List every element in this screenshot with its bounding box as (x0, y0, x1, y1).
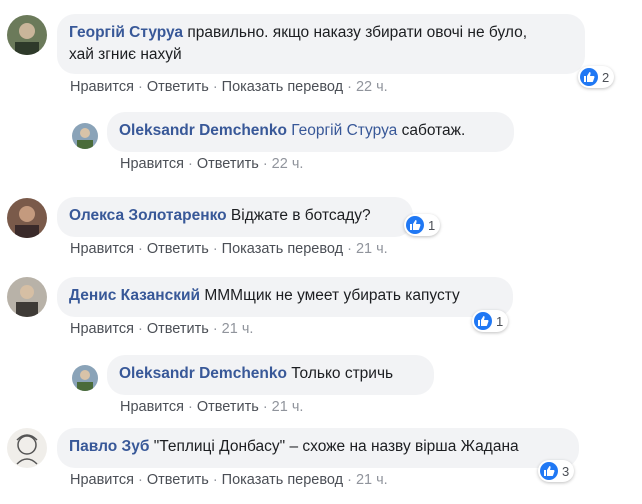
comment-bubble: Георгій Стуруа правильно. якщо наказу зб… (57, 14, 585, 74)
user-avatar-icon (7, 198, 47, 238)
like-icon (540, 462, 558, 480)
reaction-number: 3 (562, 463, 570, 479)
user-avatar-icon (72, 123, 98, 149)
comment-text-continued: хай згниє нахуй (69, 46, 182, 63)
like-button[interactable]: Нравится (120, 156, 184, 172)
reply-button[interactable]: Ответить (147, 472, 209, 488)
timestamp[interactable]: 21 ч. (356, 472, 388, 488)
reaction-count[interactable]: 1 (404, 214, 441, 236)
timestamp[interactable]: 21 ч. (356, 241, 388, 257)
like-icon (406, 216, 424, 234)
mention-link[interactable]: Георгій Стуруа (291, 122, 397, 139)
avatar[interactable] (7, 198, 47, 238)
like-button[interactable]: Нравится (70, 472, 134, 488)
reaction-number: 2 (602, 69, 610, 85)
user-avatar-icon (7, 15, 47, 55)
comment-actions: Нравится · Ответить · 22 ч. (120, 156, 304, 172)
comment-bubble: Oleksandr Demchenko Только стричь (107, 355, 434, 395)
avatar[interactable] (72, 365, 98, 391)
comment-author[interactable]: Oleksandr Demchenko (119, 122, 287, 139)
user-avatar-icon (7, 277, 47, 317)
comment-author[interactable]: Павло Зуб (69, 438, 149, 455)
translate-button[interactable]: Показать перевод (222, 241, 343, 257)
comment-actions: Нравится · Ответить · Показать перевод · 21 ч. (70, 472, 388, 488)
timestamp[interactable]: 21 ч. (222, 321, 254, 337)
like-button[interactable]: Нравится (70, 241, 134, 257)
comment-actions: Нравится · Ответить · Показать перевод · 22 ч. (70, 79, 388, 95)
comment-bubble: Павло Зуб "Теплиці Донбасу" – схоже на н… (57, 428, 579, 468)
like-icon (474, 312, 492, 330)
reply-button[interactable]: Ответить (197, 156, 259, 172)
comment-actions: Нравится · Ответить · Показать перевод · 21 ч. (70, 241, 388, 257)
reply-button[interactable]: Ответить (147, 241, 209, 257)
comment-author[interactable]: Денис Казанский (69, 287, 200, 304)
reaction-number: 1 (428, 217, 436, 233)
like-icon (580, 68, 598, 86)
translate-button[interactable]: Показать перевод (222, 472, 343, 488)
reply-button[interactable]: Ответить (147, 321, 209, 337)
like-button[interactable]: Нравится (70, 321, 134, 337)
like-button[interactable]: Нравится (120, 399, 184, 415)
comment-bubble: Денис Казанский МММщик не умеет убирать … (57, 277, 513, 317)
comment-text: "Теплиці Донбасу" – схоже на назву вірша… (153, 438, 519, 455)
avatar[interactable] (7, 277, 47, 317)
reaction-number: 1 (496, 313, 504, 329)
comment-bubble: Олекса Золотаренко Віджате в ботсаду? (57, 197, 413, 237)
comment-text: правильно. якщо наказу збирати овочі не … (187, 24, 528, 41)
reply-button[interactable]: Ответить (197, 399, 259, 415)
comment-text: МММщик не умеет убирать капусту (204, 287, 460, 304)
comment-author[interactable]: Олекса Золотаренко (69, 207, 227, 224)
like-button[interactable]: Нравится (70, 79, 134, 95)
comment-text: саботаж. (401, 122, 466, 139)
timestamp[interactable]: 22 ч. (272, 156, 304, 172)
comment-text: Віджате в ботсаду? (230, 207, 371, 224)
reaction-count[interactable]: 2 (578, 66, 615, 88)
translate-button[interactable]: Показать перевод (222, 79, 343, 95)
comment-actions: Нравится · Ответить · 21 ч. (120, 399, 304, 415)
reply-button[interactable]: Ответить (147, 79, 209, 95)
avatar[interactable] (7, 428, 47, 468)
comment-author[interactable]: Георгій Стуруа (69, 24, 183, 41)
reaction-count[interactable]: 3 (538, 460, 575, 482)
comment-bubble: Oleksandr Demchenko Георгій Стуруа сабот… (107, 112, 514, 152)
reaction-count[interactable]: 1 (472, 310, 509, 332)
avatar[interactable] (72, 123, 98, 149)
timestamp[interactable]: 22 ч. (356, 79, 388, 95)
comment-text: Только стричь (291, 365, 394, 382)
comment-author[interactable]: Oleksandr Demchenko (119, 365, 287, 382)
avatar[interactable] (7, 15, 47, 55)
comment-actions: Нравится · Ответить · 21 ч. (70, 321, 254, 337)
user-avatar-icon (7, 428, 47, 468)
timestamp[interactable]: 21 ч. (272, 399, 304, 415)
user-avatar-icon (72, 365, 98, 391)
